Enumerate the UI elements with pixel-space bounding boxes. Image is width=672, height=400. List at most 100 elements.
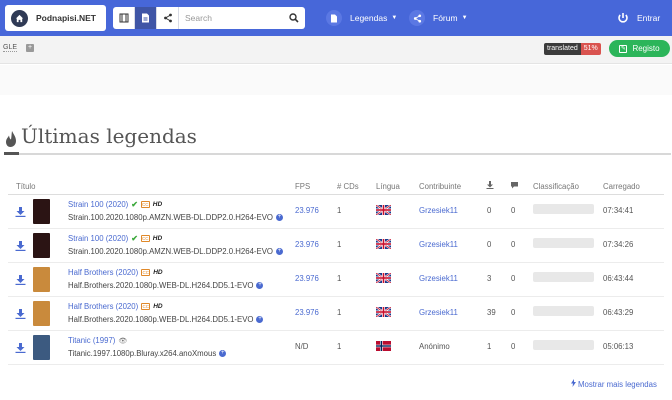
subtitle-title-link[interactable]: Titanic (1997) 👁 (68, 336, 127, 345)
fps-value[interactable]: 23.976 (295, 206, 319, 215)
movie-poster[interactable] (33, 267, 50, 292)
uk-flag (375, 238, 392, 250)
subtitle-title-link[interactable]: Strain 100 (2020) ✔ CC HD (68, 200, 162, 209)
register-button[interactable]: ✎ Registo (609, 40, 670, 57)
uploaded-time: 06:43:44 (603, 274, 634, 283)
contributor-link[interactable]: Grzesiek11 (419, 308, 458, 317)
plus-circle-icon[interactable]: + (275, 248, 283, 255)
header-language[interactable]: Língua (376, 182, 400, 191)
comments-count: 0 (511, 206, 516, 215)
contributor-link[interactable]: Grzesiek11 (419, 240, 458, 249)
fps-value[interactable]: 23.976 (295, 274, 319, 283)
table-header: Título FPS # CDs Língua Contribuinte Cla… (8, 178, 664, 195)
header-cds[interactable]: # CDs (337, 182, 359, 191)
uk-flag (375, 272, 392, 284)
comments-icon[interactable] (510, 181, 519, 191)
menu-legendas[interactable]: Legendas ▼ (326, 0, 397, 36)
page-title-text: Últimas legendas (21, 124, 197, 148)
downloads-count: 39 (487, 308, 496, 317)
release-name: Half.Brothers.2020.1080p.WEB-DL.H264.DD5… (68, 281, 264, 290)
uploaded-time: 05:06:13 (603, 342, 634, 351)
search-input[interactable] (179, 7, 283, 29)
release-name: Titanic.1997.1080p.Bluray.x264.anoXmous … (68, 349, 227, 358)
download-icon[interactable] (15, 207, 26, 219)
share-icon (163, 13, 172, 23)
subtitle-title-link[interactable]: Half Brothers (2020) CC HD (68, 268, 163, 277)
movie-poster[interactable] (33, 233, 50, 258)
table-row: Strain 100 (2020) ✔ CC HD Strain.100.2020.… (8, 229, 664, 263)
download-icon[interactable] (15, 241, 26, 253)
subtitle-title: Half Brothers (2020) (68, 268, 139, 277)
cds-value: 1 (337, 206, 342, 215)
search-type-film-button[interactable] (113, 7, 135, 29)
uploaded-time: 07:34:41 (603, 206, 634, 215)
contributor-link: Anónimo (419, 342, 450, 351)
comments-count: 0 (511, 308, 516, 317)
download-icon[interactable] (486, 181, 494, 191)
translated-badge: translated 51% (544, 43, 601, 55)
movie-poster[interactable] (33, 199, 50, 224)
document-icon (142, 13, 149, 23)
comments-count: 0 (511, 274, 516, 283)
contributor-link[interactable]: Grzesiek11 (419, 206, 458, 215)
closed-captions-icon: CC (141, 303, 151, 310)
navbar: Podnapisi.NET Legendas ▼ Fórum ▼ Entrar (0, 0, 672, 36)
edit-icon: ✎ (619, 44, 628, 53)
download-icon[interactable] (15, 343, 26, 355)
download-icon[interactable] (15, 309, 26, 321)
banner-area (0, 65, 672, 95)
download-icon[interactable] (15, 275, 26, 287)
norway-flag (376, 341, 391, 351)
contributor-link[interactable]: Grzesiek11 (419, 274, 458, 283)
release-text: Strain.100.2020.1080p.AMZN.WEB-DL.DDP2.0… (68, 213, 273, 222)
hd-icon: HD (153, 269, 163, 276)
closed-captions-icon: CC (141, 269, 151, 276)
film-icon (119, 13, 128, 23)
header-contributor[interactable]: Contribuinte (419, 182, 461, 191)
search-type-subtitle-button[interactable] (135, 7, 157, 29)
check-icon: ✔ (131, 234, 138, 243)
uk-flag (375, 306, 392, 318)
rating-bar (533, 306, 594, 316)
page-title: Últimas legendas (5, 118, 197, 148)
fps-value[interactable]: 23.976 (295, 308, 319, 317)
translated-label: translated (544, 43, 581, 55)
brand-logo-link[interactable]: Podnapisi.NET (5, 5, 106, 31)
downloads-count: 0 (487, 206, 492, 215)
show-more-link[interactable]: Mostrar mais legendas (571, 379, 657, 389)
cds-value: 1 (337, 308, 342, 317)
release-name: Strain.100.2020.1080p.AMZN.WEB-DL.DDP2.0… (68, 213, 283, 222)
table-row: Half Brothers (2020) CC HD Half.Brothers.… (8, 263, 664, 297)
subtitle-title-link[interactable]: Half Brothers (2020) CC HD (68, 302, 163, 311)
plus-circle-icon[interactable]: + (256, 282, 264, 289)
plus-circle-icon[interactable]: + (256, 316, 264, 323)
share-icon (409, 10, 425, 26)
plus-circle-icon[interactable]: + (219, 350, 227, 357)
login-label: Entrar (637, 13, 661, 23)
fps-value[interactable]: 23.976 (295, 240, 319, 249)
caret-down-icon: ▼ (391, 15, 398, 21)
menu-forum-label: Fórum (433, 13, 458, 23)
header-uploaded[interactable]: Carregado (603, 182, 640, 191)
plus-icon[interactable]: + (26, 44, 34, 52)
table-row: Titanic (1997) 👁 Titanic.1997.1080p.Blur… (8, 331, 664, 365)
subtitle-title-link[interactable]: Strain 100 (2020) ✔ CC HD (68, 234, 162, 243)
caret-down-icon: ▼ (461, 15, 468, 21)
header-fps[interactable]: FPS (295, 182, 310, 191)
share-button[interactable] (157, 7, 179, 29)
rating-bar (533, 238, 594, 248)
language-code[interactable]: GLE (3, 44, 18, 52)
menu-forum[interactable]: Fórum ▼ (409, 0, 468, 36)
login-button[interactable]: Entrar (617, 0, 660, 36)
comments-count: 0 (511, 342, 516, 351)
header-rating[interactable]: Classificação (533, 182, 579, 191)
movie-poster[interactable] (33, 335, 50, 360)
release-text: Half.Brothers.2020.1080p.WEB-DL.H264.DD5… (68, 281, 254, 290)
closed-captions-icon: CC (140, 235, 150, 242)
plus-circle-icon[interactable]: + (275, 214, 283, 221)
movie-poster[interactable] (33, 301, 50, 326)
power-icon (618, 13, 628, 23)
header-title[interactable]: Título (16, 182, 36, 191)
register-label: Registo (632, 44, 660, 53)
search-button[interactable] (283, 7, 305, 29)
